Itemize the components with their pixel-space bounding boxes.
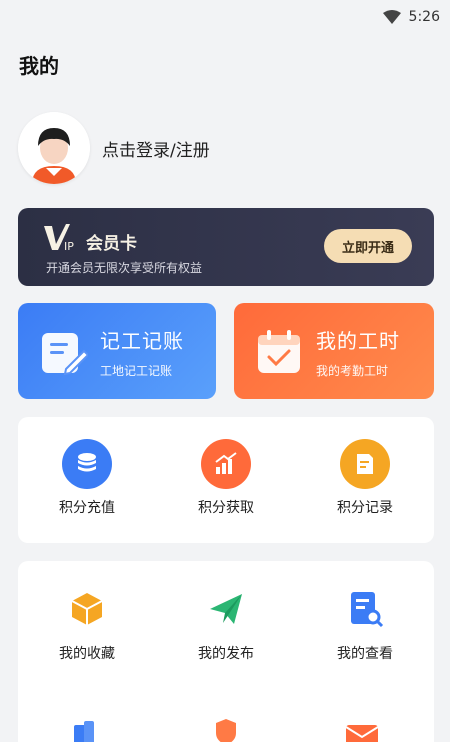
card-title: 我的工时 [316,329,400,353]
doc-search-icon [351,592,384,628]
work-hours-card[interactable]: 我的工时 我的考勤工时 [234,303,434,399]
calendar-check-icon [258,330,300,373]
work-ledger-card[interactable]: 记工记账 工地记工记账 [18,303,216,399]
page-title: 我的 [19,54,59,78]
status-bar: 5:26 [0,0,450,34]
ledger-icon [42,333,88,376]
points-record-item[interactable]: 积分记录 [296,439,434,517]
chart-up-icon [201,439,251,489]
vip-card[interactable]: IP 会员卡 开通会员无限次享受所有权益 立即开通 [18,208,434,286]
avatar-icon [18,112,90,184]
avatar[interactable] [18,112,90,184]
grid-item-label: 我的发布 [198,646,254,662]
row2-item-3[interactable] [344,721,380,742]
vip-open-button[interactable]: 立即开通 [324,229,412,263]
login-register-link[interactable]: 点击登录/注册 [102,136,210,161]
vip-title: 会员卡 [86,234,137,254]
document-edit-icon [340,439,390,489]
paper-plane-icon [210,594,242,624]
profile-section[interactable]: 点击登录/注册 [18,112,210,184]
grid-item-label: 我的收藏 [59,646,115,662]
card-subtitle: 我的考勤工时 [316,364,389,378]
card-subtitle: 工地记工记账 [100,364,173,378]
vip-logo-icon: IP [44,224,74,253]
points-panel: 积分充值 积分获取 积分记录 [18,417,434,543]
my-views-item[interactable]: 我的查看 [296,589,434,663]
mail-icon [345,725,379,742]
card-title: 记工记账 [100,329,184,353]
my-posts-item[interactable]: 我的发布 [157,589,295,663]
mine-panel: 我的收藏 我的发布 我的查看 [18,561,434,742]
box-icon [71,593,103,625]
wifi-icon [382,10,401,24]
my-favorites-item[interactable]: 我的收藏 [18,589,156,663]
shield-icon [216,719,236,742]
coins-icon [62,439,112,489]
grid-item-label: 我的查看 [337,646,393,662]
svg-text:IP: IP [64,240,74,253]
points-earn-item[interactable]: 积分获取 [157,439,295,517]
row2-item-1[interactable] [70,719,102,742]
grid-item-label: 积分充值 [59,500,115,516]
building-icon [74,721,94,742]
status-time: 5:26 [408,9,440,25]
grid-item-label: 积分记录 [337,500,393,516]
row2-item-2[interactable] [214,717,238,742]
grid-item-label: 积分获取 [198,500,254,516]
vip-subtitle: 开通会员无限次享受所有权益 [46,261,203,275]
points-recharge-item[interactable]: 积分充值 [18,439,156,517]
